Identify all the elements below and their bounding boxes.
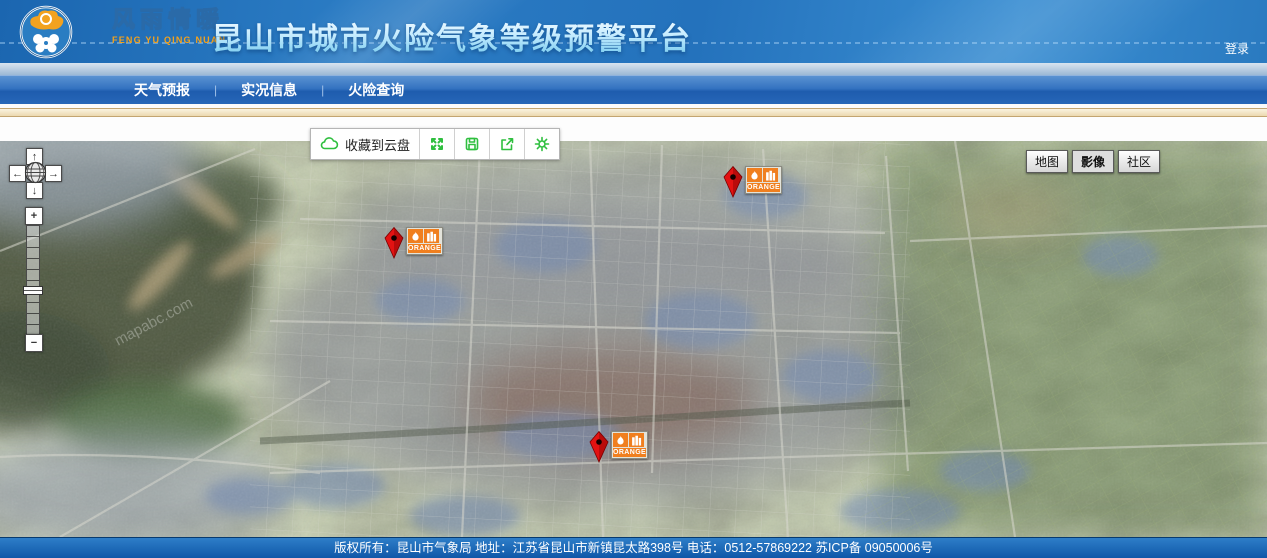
map-type-button-community[interactable]: 社区 bbox=[1118, 150, 1160, 173]
nav-item-fire-risk-query[interactable]: 火险查询 bbox=[342, 80, 410, 100]
weather-bureau-logo-icon bbox=[18, 3, 74, 63]
settings-button[interactable] bbox=[525, 129, 559, 159]
header-subbar bbox=[0, 63, 1267, 75]
building-icon bbox=[763, 168, 778, 182]
page-title: 昆山市城市火险气象等级预警平台 bbox=[212, 14, 692, 58]
warning-level-badge: ORANGE bbox=[611, 431, 648, 459]
nav-separator: | bbox=[303, 83, 342, 97]
copyright-text: 版权所有：昆山市气象局 地址：江苏省昆山市新镇昆太路398号 电话：0512-5… bbox=[334, 541, 933, 555]
building-icon bbox=[629, 433, 644, 447]
satellite-map-canvas[interactable]: mapabc.com ORANGE bbox=[0, 141, 1267, 537]
nav-item-weather-forecast[interactable]: 天气预报 bbox=[128, 80, 196, 100]
fullscreen-icon bbox=[429, 136, 445, 152]
page: 风雨情暖 FENG YU QING NUAN 昆山市城市火险气象等级预警平台 登… bbox=[0, 0, 1267, 558]
satellite-imagery: mapabc.com bbox=[0, 141, 1267, 537]
pan-right-button[interactable]: → bbox=[45, 165, 62, 182]
export-share-button[interactable] bbox=[490, 129, 525, 159]
header: 风雨情暖 FENG YU QING NUAN 昆山市城市火险气象等级预警平台 登… bbox=[0, 0, 1267, 63]
zoom-slider-track[interactable] bbox=[26, 225, 40, 335]
fire-warning-marker[interactable]: ORANGE bbox=[384, 227, 443, 259]
map-pin-icon bbox=[723, 166, 743, 198]
header-wave-decor bbox=[714, 0, 1267, 63]
pan-down-button[interactable]: ↓ bbox=[26, 182, 43, 199]
fullscreen-button[interactable] bbox=[420, 129, 455, 159]
globe-reset-icon[interactable] bbox=[24, 161, 47, 184]
map-pin-icon bbox=[589, 431, 609, 463]
login-link[interactable]: 登录 bbox=[1225, 40, 1249, 57]
footer: 版权所有：昆山市气象局 地址：江苏省昆山市新镇昆太路398号 电话：0512-5… bbox=[0, 537, 1267, 558]
flame-icon bbox=[747, 168, 762, 182]
cloud-icon bbox=[320, 136, 339, 152]
zoom-in-button[interactable]: + bbox=[25, 207, 43, 225]
map-pin-icon bbox=[384, 227, 404, 259]
export-icon bbox=[499, 136, 515, 152]
save-icon bbox=[464, 136, 480, 152]
warning-level-label: ORANGE bbox=[747, 183, 780, 192]
nav-item-live-info[interactable]: 实况信息 bbox=[235, 80, 303, 100]
divider-strip bbox=[0, 117, 1267, 141]
warning-level-label: ORANGE bbox=[408, 244, 441, 253]
nav-separator: | bbox=[196, 83, 235, 97]
logo-pinyin-name: FENG YU QING NUAN bbox=[112, 36, 226, 45]
warning-level-label: ORANGE bbox=[613, 448, 646, 457]
zoom-slider-handle[interactable] bbox=[23, 286, 43, 295]
settings-gear-icon bbox=[534, 136, 550, 152]
flame-icon bbox=[408, 229, 423, 243]
building-icon bbox=[424, 229, 439, 243]
map-type-switcher: 地图 影像 社区 bbox=[1026, 150, 1160, 173]
save-to-cloud-button[interactable]: 收藏到云盘 bbox=[311, 129, 420, 159]
flame-icon bbox=[613, 433, 628, 447]
save-image-button[interactable] bbox=[455, 129, 490, 159]
zoom-out-button[interactable]: − bbox=[25, 334, 43, 352]
save-to-cloud-label: 收藏到云盘 bbox=[345, 135, 410, 154]
map-toolbar: 收藏到云盘 bbox=[310, 128, 560, 160]
map-type-button-map[interactable]: 地图 bbox=[1026, 150, 1068, 173]
fire-warning-marker[interactable]: ORANGE bbox=[723, 166, 782, 198]
warning-level-badge: ORANGE bbox=[406, 227, 443, 255]
logo-chinese-name: 风雨情暖 bbox=[112, 8, 226, 31]
map-type-button-imagery[interactable]: 影像 bbox=[1072, 150, 1114, 173]
fire-warning-marker[interactable]: ORANGE bbox=[589, 431, 648, 463]
warning-level-badge: ORANGE bbox=[745, 166, 782, 194]
logo-text: 风雨情暖 FENG YU QING NUAN bbox=[112, 8, 226, 45]
tan-divider-strip bbox=[0, 108, 1267, 117]
main-nav: 天气预报 | 实况信息 | 火险查询 bbox=[0, 75, 1267, 104]
